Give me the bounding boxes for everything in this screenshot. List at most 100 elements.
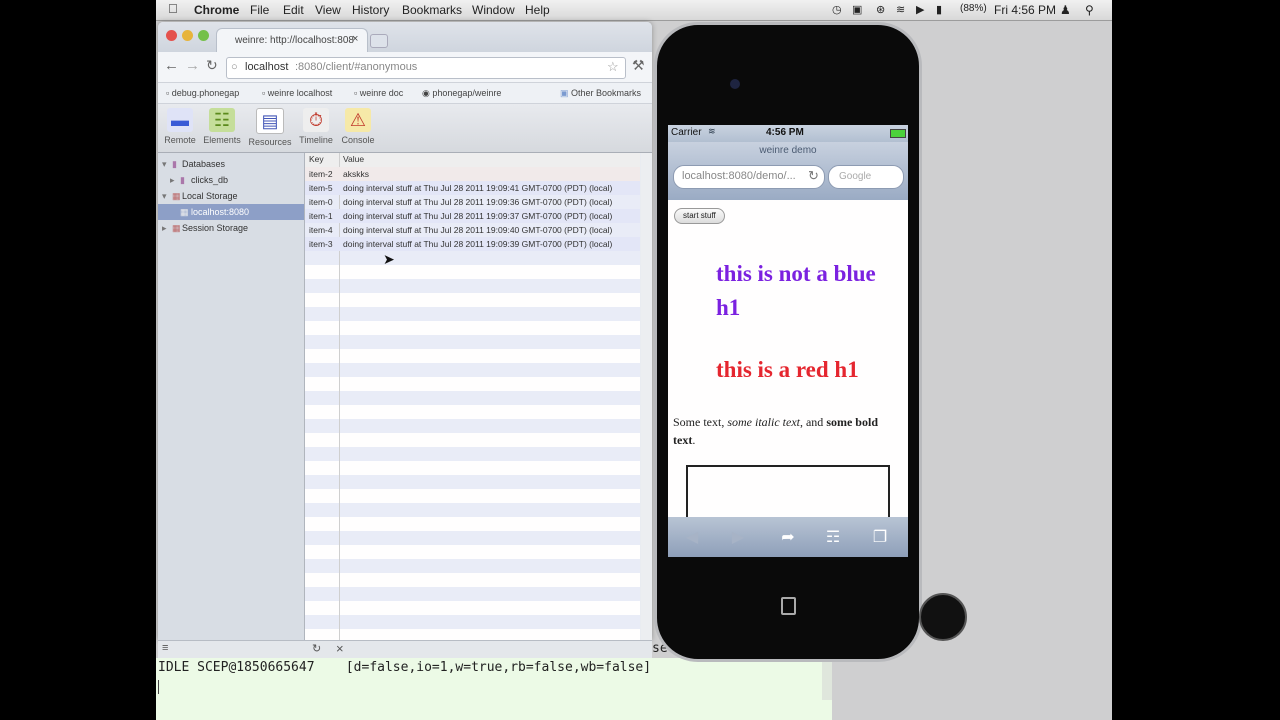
tool-resources[interactable]: ▤ Resources	[248, 108, 292, 147]
forward-arrow-icon[interactable]: →	[185, 57, 200, 74]
battery-percent: (88%)	[960, 3, 987, 14]
start-stuff-button[interactable]: start stuff	[674, 208, 725, 224]
table-row[interactable]: item-2 akskks	[305, 167, 640, 181]
back-arrow-icon[interactable]: ◀	[680, 527, 704, 547]
collapse-triangle-icon[interactable]: ▸	[162, 220, 167, 236]
menu-history[interactable]: History	[352, 3, 389, 17]
cell-value: doing interval stuff at Thu Jul 28 2011 …	[343, 239, 613, 249]
sidebar-label: localhost:8080	[191, 207, 250, 217]
delete-icon[interactable]: ×	[336, 641, 344, 656]
timemachine-icon[interactable]: ◷	[832, 3, 842, 16]
bluetooth-icon[interactable]: ⊛	[876, 3, 885, 16]
cell-value: akskks	[343, 169, 369, 179]
volume-icon[interactable]: ▶	[916, 3, 924, 16]
cell-value: doing interval stuff at Thu Jul 28 2011 …	[343, 197, 613, 207]
terminal-scrollbar[interactable]	[822, 658, 832, 700]
bookmark-weinre-doc[interactable]: ▫ weinre doc	[354, 88, 403, 98]
apple-icon[interactable]: 	[168, 1, 178, 16]
bookmark-label: debug.phonegap	[171, 88, 240, 98]
safari-url-field[interactable]: localhost:8080/demo/... ↻	[673, 165, 825, 189]
table-row[interactable]: item-4 doing interval stuff at Thu Jul 28…	[305, 223, 640, 237]
grid-scrollbar[interactable]	[641, 153, 652, 640]
sidebar-label: Local Storage	[182, 191, 238, 201]
sidebar-item-clicks-db[interactable]: ▸ ▮ clicks_db	[158, 172, 304, 188]
table-row[interactable]: item-5 doing interval stuff at Thu Jul 28…	[305, 181, 640, 195]
spotlight-search-icon[interactable]: ⚲	[1085, 3, 1094, 17]
tab-close-icon[interactable]: ×	[352, 33, 358, 45]
user-icon[interactable]: ♟	[1060, 3, 1071, 17]
forward-arrow-icon[interactable]: ▶	[726, 527, 750, 547]
table-row[interactable]: item-0 doing interval stuff at Thu Jul 28…	[305, 195, 640, 209]
refresh-icon[interactable]: ↻	[312, 642, 321, 655]
menu-help[interactable]: Help	[525, 3, 550, 17]
bookmarks-book-icon[interactable]: ☶	[821, 527, 845, 547]
collapse-triangle-icon[interactable]: ▸	[170, 172, 175, 188]
pages-icon[interactable]: ❐	[868, 527, 892, 547]
wifi-icon[interactable]: ≋	[896, 3, 905, 16]
cell-key: item-5	[309, 183, 333, 193]
home-button[interactable]	[919, 593, 967, 641]
storage-data-grid: Key Value item-2 akskks item-5 doing inter…	[305, 153, 640, 640]
terminal-pane: IDLE SCEP@1850665647 [d=false,io=1,w=tru…	[156, 658, 832, 720]
table-row[interactable]: item-1 doing interval stuff at Thu Jul 28…	[305, 209, 640, 223]
tool-timeline[interactable]: ⏱ Timeline	[294, 108, 338, 145]
devtools-status-bar: ≡ ↻ ×	[158, 640, 652, 659]
bookmark-debug-phonegap[interactable]: ▫ debug.phonegap	[166, 88, 239, 98]
display-icon[interactable]: ▣	[852, 3, 862, 16]
sidebar-item-databases[interactable]: ▾ ▮ Databases	[158, 156, 304, 172]
wrench-menu-icon[interactable]: ⚒	[632, 57, 645, 74]
menu-window[interactable]: Window	[472, 3, 515, 17]
menu-file[interactable]: File	[250, 3, 269, 17]
expand-triangle-icon[interactable]: ▾	[162, 156, 167, 172]
sidebar-item-session-storage[interactable]: ▸ ▦ Session Storage	[158, 220, 304, 236]
safari-bottom-toolbar: ◀ ▶ ➦ ☶ ❐	[668, 517, 908, 557]
zoom-window-button[interactable]	[198, 30, 209, 41]
tool-elements[interactable]: ☷ Elements	[200, 108, 244, 145]
other-bookmarks-label: Other Bookmarks	[571, 88, 642, 98]
cell-key: item-1	[309, 211, 333, 221]
safari-search-field[interactable]: Google	[828, 165, 904, 189]
menu-edit[interactable]: Edit	[283, 3, 304, 17]
console-icon: ⚠	[345, 108, 371, 132]
database-icon: ▮	[180, 175, 185, 185]
bookmark-label: phonegap/weinre	[432, 88, 502, 98]
close-window-button[interactable]	[166, 30, 177, 41]
column-header-key[interactable]: Key	[309, 154, 324, 164]
table-row[interactable]: item-3 doing interval stuff at Thu Jul 28…	[305, 237, 640, 251]
sidebar-item-local-storage[interactable]: ▾ ▦ Local Storage	[158, 188, 304, 204]
menu-view[interactable]: View	[315, 3, 341, 17]
battery-icon[interactable]: ▮	[936, 3, 942, 16]
browser-tab[interactable]: weinre: http://localhost:808 ×	[216, 28, 368, 53]
folder-icon: ▣	[560, 88, 569, 98]
browser-toolbar: ← → ↻ ○ localhost :8080/client/#anonymou…	[158, 52, 652, 83]
storage-icon: ▦	[180, 207, 189, 217]
menubar-clock[interactable]: Fri 4:56 PM	[994, 3, 1056, 17]
share-icon[interactable]: ➦	[776, 527, 800, 547]
sidebar-label: Databases	[182, 159, 226, 169]
safari-reload-icon[interactable]: ↻	[808, 168, 819, 184]
other-bookmarks[interactable]: ▣ Other Bookmarks	[560, 88, 641, 99]
text-plain: .	[692, 433, 696, 447]
safari-navbar: weinre demo localhost:8080/demo/... ↻ Go…	[668, 142, 908, 200]
address-bar[interactable]: ○ localhost :8080/client/#anonymous ☆	[226, 57, 626, 79]
page-info-icon[interactable]: ○	[231, 61, 238, 73]
menu-bookmarks[interactable]: Bookmarks	[402, 3, 462, 17]
bookmark-star-icon[interactable]: ☆	[607, 59, 619, 75]
resources-sidebar: ▾ ▮ Databases ▸ ▮ clicks_db ▾ ▦ Local St…	[158, 153, 305, 640]
expand-triangle-icon[interactable]: ▾	[162, 188, 167, 204]
tool-console[interactable]: ⚠ Console	[336, 108, 380, 145]
sidebar-item-localhost-8080[interactable]: ▦ localhost:8080	[158, 204, 304, 220]
bookmark-phonegap-weinre[interactable]: ◉ phonegap/weinre	[422, 88, 501, 99]
column-header-value[interactable]: Value	[343, 154, 364, 164]
menu-app-name[interactable]: Chrome	[194, 3, 239, 17]
reload-icon[interactable]: ↻	[206, 57, 218, 74]
bookmark-weinre-localhost[interactable]: ▫ weinre localhost	[262, 88, 332, 98]
console-prompt-icon[interactable]: ≡	[162, 642, 168, 654]
new-tab-button[interactable]	[370, 34, 388, 48]
tool-remote[interactable]: ▬ Remote	[158, 108, 202, 145]
back-arrow-icon[interactable]: ←	[164, 57, 179, 74]
tool-label: Resources	[248, 137, 292, 147]
minimize-window-button[interactable]	[182, 30, 193, 41]
text-plain: , and	[799, 415, 827, 429]
phone-battery-icon	[890, 129, 906, 138]
